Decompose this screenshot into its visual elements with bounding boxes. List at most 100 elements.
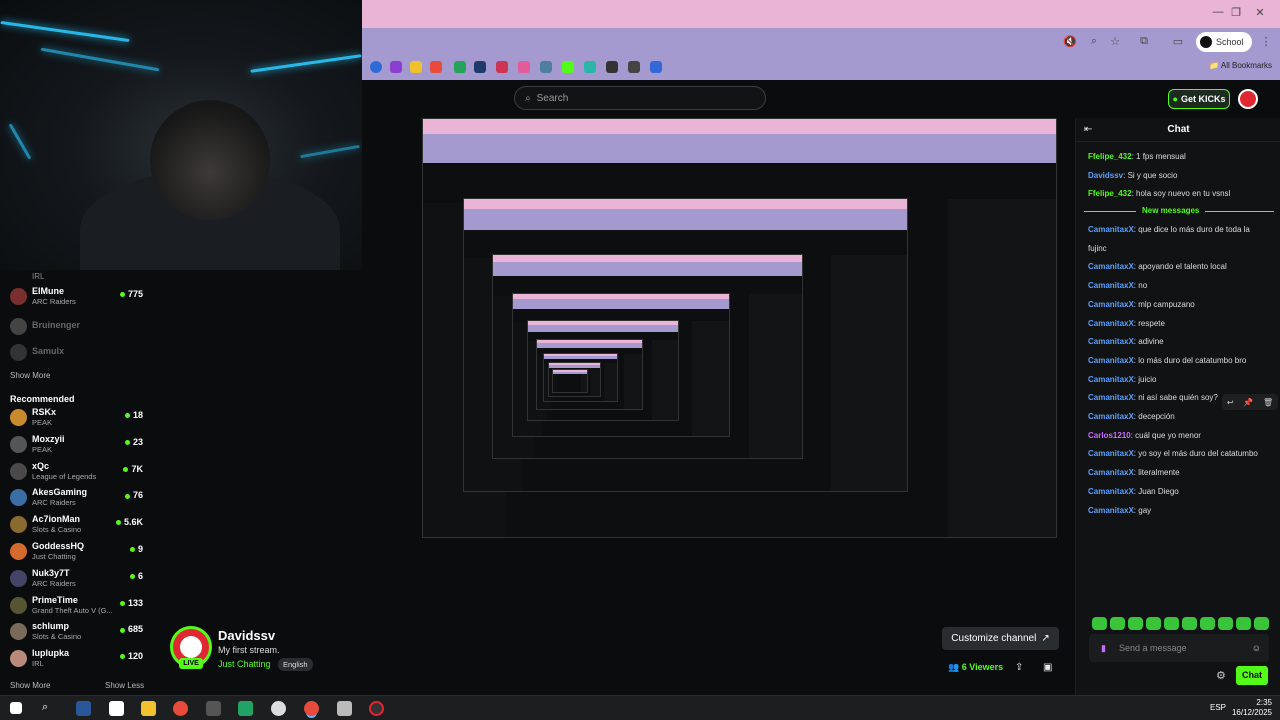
mute-icon[interactable]: 🔇 [1062,35,1078,49]
sidebar-recommended-item[interactable]: xQc League of Legends 7K [10,461,145,483]
sidebar-recommended-item[interactable]: AkesGaming ARC Raiders 76 [10,487,145,509]
chat-username[interactable]: CamanitaxX [1088,300,1134,309]
chat-message[interactable]: Carlos1210: cuál que yo menor [1088,431,1278,440]
bookmark-6-icon[interactable] [474,61,486,73]
bookmark-2-icon[interactable] [390,61,402,73]
emote-icon[interactable] [1164,617,1179,630]
sidebar-recommended-item[interactable]: PrimeTime Grand Theft Auto V (G... 133 [10,595,145,617]
all-bookmarks-link[interactable]: 📁 All Bookmarks [1209,61,1272,70]
app-icon-2[interactable] [337,701,352,716]
system-clock[interactable]: 2:35 16/12/2025 [1232,698,1272,718]
delete-icon[interactable]: 🗑 [1263,398,1273,407]
sidebar-recommended-item[interactable]: Nuk3y7T ARC Raiders 6 [10,568,145,590]
bookmark-13-icon[interactable] [628,61,640,73]
chat-username[interactable]: CamanitaxX [1088,337,1134,346]
bookmark-11-icon[interactable] [584,61,596,73]
show-more-link[interactable]: Show More [10,371,50,380]
chat-message[interactable]: Ffelipe_432: hola soy nuevo en tu vsnsl [1088,189,1278,198]
star-icon[interactable]: ☆ [1107,35,1123,49]
excel-icon[interactable] [238,701,253,716]
chat-username[interactable]: CamanitaxX [1088,375,1134,384]
chat-username[interactable]: Ffelipe_432 [1088,189,1132,198]
chat-username[interactable]: CamanitaxX [1088,225,1134,234]
language-tag[interactable]: English [278,658,313,671]
clip-icon[interactable]: ▣ [1043,662,1052,673]
chat-username[interactable]: Davidssv [1088,171,1123,180]
user-avatar-button[interactable] [1238,89,1258,109]
zoom-icon[interactable]: ⌕ [1086,35,1102,49]
chat-message[interactable]: fujinc [1088,244,1278,253]
chat-message[interactable]: CamanitaxX: literalmente [1088,468,1278,477]
extensions-icon[interactable]: ⧉ [1136,35,1152,49]
reply-icon[interactable]: ↩ [1227,398,1234,407]
sidebar-following-item[interactable]: Samulx [10,342,145,364]
bookmark-8-icon[interactable] [518,61,530,73]
sidebar-recommended-item[interactable]: luplupka IRL 120 [10,648,145,670]
sidebar-recommended-item[interactable]: Ac7ionMan Slots & Casino 5.6K [10,514,145,536]
minimize-icon[interactable]: — [1210,6,1226,20]
sidebar-recommended-item[interactable]: RSKx PEAK 18 [10,407,145,429]
chat-message[interactable]: CamanitaxX: mlp campuzano [1088,300,1278,309]
get-kicks-button[interactable]: ● Get KICKs [1168,89,1230,109]
bookmark-7-icon[interactable] [496,61,508,73]
chat-username[interactable]: CamanitaxX [1088,487,1134,496]
emote-icon[interactable] [1218,617,1233,630]
chat-message[interactable]: Ffelipe_432: 1 fps mensual [1088,152,1278,161]
chat-message[interactable]: Davidssv: Si y que socio [1088,171,1278,180]
send-chat-button[interactable]: Chat [1236,666,1268,685]
share-icon[interactable]: ⇪ [1015,662,1023,673]
emoji-icon[interactable]: ☺ [1252,634,1261,662]
stream-video-player[interactable] [155,118,1075,618]
obs-icon[interactable] [369,701,384,716]
sidebar-recommended-item[interactable]: Moxzyii PEAK 23 [10,434,145,456]
sidepanel-icon[interactable]: ▭ [1170,35,1186,49]
sidebar-recommended-item[interactable]: schlump Slots & Casino 685 [10,621,145,643]
stream-category[interactable]: Just Chatting [218,659,271,669]
word-icon[interactable] [76,701,91,716]
emote-icon[interactable] [1146,617,1161,630]
chat-message[interactable]: CamanitaxX: respete [1088,319,1278,328]
chat-username[interactable]: CamanitaxX [1088,506,1134,515]
chat-message[interactable]: CamanitaxX: Juan Diego [1088,487,1278,496]
chat-settings-icon[interactable]: ⚙ [1216,669,1226,682]
notion-icon[interactable] [109,701,124,716]
sidebar-following-item[interactable]: ElMune ARC Raiders 775 [10,286,145,308]
chat-username[interactable]: CamanitaxX [1088,356,1134,365]
chat-username[interactable]: CamanitaxX [1088,449,1134,458]
bookmark-10-icon[interactable] [562,61,574,73]
chat-username[interactable]: CamanitaxX [1088,262,1134,271]
chat-username[interactable]: CamanitaxX [1088,412,1134,421]
profile-button[interactable]: School [1196,32,1252,52]
emote-icon[interactable] [1110,617,1125,630]
chat-message[interactable]: CamanitaxX: que dice lo más duro de toda… [1088,225,1278,234]
bookmark-14-icon[interactable] [650,61,662,73]
emote-icon[interactable] [1236,617,1251,630]
customize-channel-button[interactable]: Customize channel ↗ [942,627,1059,650]
bookmark-9-icon[interactable] [540,61,552,73]
bookmark-4-icon[interactable] [430,61,442,73]
chat-username[interactable]: CamanitaxX [1088,281,1134,290]
chat-message-input[interactable]: Send a message ☺ ▮ [1089,634,1269,662]
chat-message[interactable]: CamanitaxX: apoyando el talento local [1088,262,1278,271]
emote-icon[interactable] [1254,617,1269,630]
emote-icon[interactable] [1182,617,1197,630]
chat-message[interactable]: CamanitaxX: yo soy el más duro del catat… [1088,449,1278,458]
file-explorer-icon[interactable] [141,701,156,716]
chat-message[interactable]: CamanitaxX: lo más duro del catatumbo br… [1088,356,1278,365]
chat-username[interactable]: CamanitaxX [1088,319,1134,328]
bookmark-12-icon[interactable] [606,61,618,73]
bookmark-3-icon[interactable] [410,61,422,73]
chat-username[interactable]: CamanitaxX [1088,468,1134,477]
unity-icon[interactable] [271,701,286,716]
chat-username[interactable]: Ffelipe_432 [1088,152,1132,161]
search-icon[interactable]: ⌕ [42,701,57,716]
chrome-active-icon[interactable] [304,701,319,716]
windows-start-icon[interactable] [10,702,22,714]
search-input[interactable]: ⌕ Search [514,86,766,110]
chat-message[interactable]: CamanitaxX: adivine [1088,337,1278,346]
chat-message[interactable]: CamanitaxX: no [1088,281,1278,290]
show-more-link[interactable]: Show More [10,681,50,690]
emote-icon[interactable] [1092,617,1107,630]
chat-message[interactable]: CamanitaxX: gay [1088,506,1278,515]
emote-icon[interactable] [1200,617,1215,630]
